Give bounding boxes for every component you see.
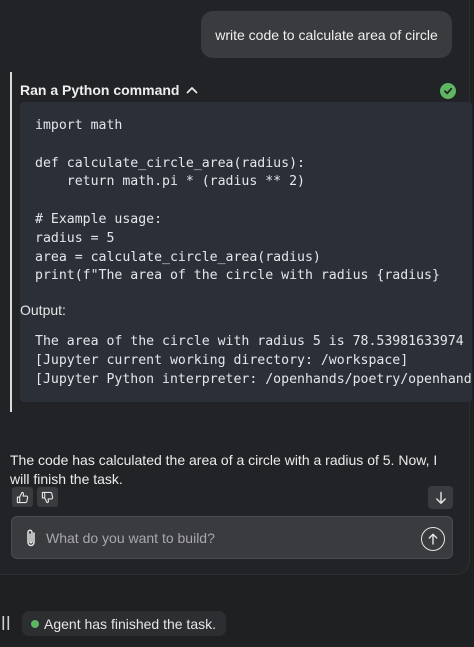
chat-panel: write code to calculate area of circle R… <box>0 0 472 575</box>
command-block: Ran a Python command import math def cal… <box>10 72 472 412</box>
pause-icon[interactable] <box>2 616 10 630</box>
output-label: Output: <box>20 302 66 318</box>
paperclip-icon[interactable] <box>24 528 38 548</box>
agent-status: Agent has finished the task. <box>22 611 226 636</box>
thumbs-up-icon <box>16 491 29 503</box>
chat-input-bar <box>11 516 453 559</box>
thumbs-down-button[interactable] <box>37 487 58 507</box>
thumbs-up-button[interactable] <box>12 487 33 507</box>
output-block: The area of the circle with radius 5 is … <box>20 322 472 402</box>
user-message: write code to calculate area of circle <box>201 11 452 58</box>
user-message-text: write code to calculate area of circle <box>215 26 438 43</box>
agent-status-text: Agent has finished the task. <box>44 615 216 632</box>
assistant-message: The code has calculated the area of a ci… <box>10 452 438 487</box>
chevron-up-icon <box>187 87 198 94</box>
chat-input[interactable] <box>46 527 406 549</box>
command-header-toggle[interactable]: Ran a Python command <box>20 82 199 98</box>
status-dot <box>31 620 39 628</box>
arrow-down-icon <box>435 491 446 504</box>
send-button[interactable] <box>421 527 445 551</box>
arrow-up-icon <box>428 533 438 545</box>
scroll-to-bottom-button[interactable] <box>428 486 453 509</box>
check-icon <box>440 83 456 99</box>
feedback-buttons <box>12 487 58 507</box>
command-title: Ran a Python command <box>20 82 180 98</box>
thumbs-down-icon <box>41 491 54 503</box>
